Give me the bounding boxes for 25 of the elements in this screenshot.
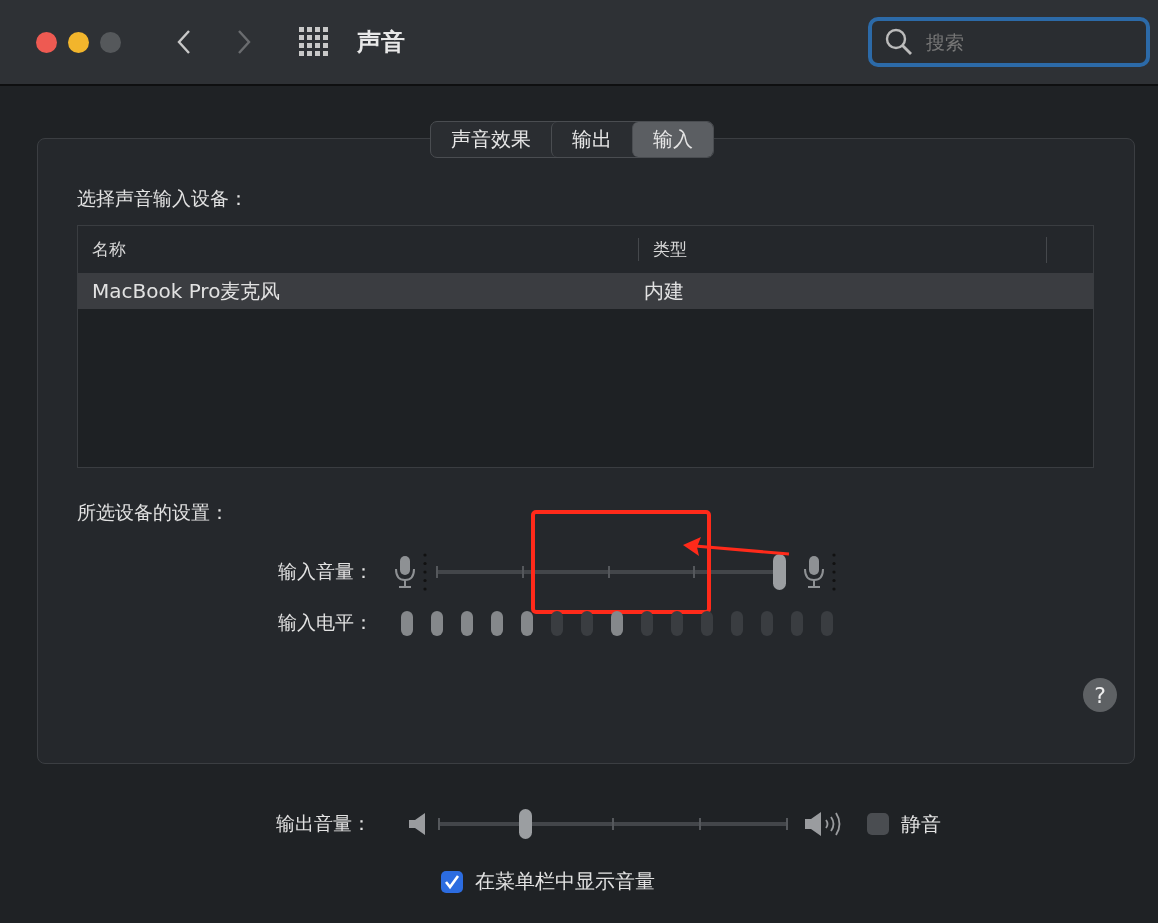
table-cell-text: 内建 (643, 277, 685, 305)
minimize-button[interactable] (68, 31, 89, 53)
window-title: 声音 (357, 27, 405, 58)
search-field[interactable]: 搜索 (868, 17, 1150, 67)
input-level-label: 输入电平： (277, 610, 374, 635)
close-button[interactable] (36, 31, 57, 53)
mute-checkbox[interactable] (867, 813, 889, 835)
microphone-icon (802, 555, 826, 589)
column-header[interactable]: 名称 (78, 238, 638, 261)
input-volume-label: 输入音量： (277, 559, 374, 584)
microphone-icon (393, 555, 417, 589)
mute-label: 静音 (901, 810, 941, 838)
help-button[interactable]: ? (1083, 678, 1117, 712)
section-heading: 选择声音输入设备： (77, 186, 249, 211)
column-header[interactable]: 类型 (638, 238, 1046, 261)
output-volume-label: 输出音量： (275, 811, 372, 836)
grid-icon[interactable] (299, 27, 329, 57)
table-cell-text: MacBook Pro麦克风 (91, 277, 282, 305)
tab[interactable]: 声音效果 (431, 122, 551, 157)
section-heading: 所选设备的设置： (77, 500, 230, 525)
menu-bar-label: 在菜单栏中显示音量 (475, 868, 655, 895)
search-icon (884, 27, 914, 57)
menu-bar-checkbox[interactable] (441, 870, 463, 893)
tab[interactable]: 输入 (632, 122, 713, 157)
device-row[interactable]: MacBook Pro麦克风 内建 (78, 273, 1093, 309)
